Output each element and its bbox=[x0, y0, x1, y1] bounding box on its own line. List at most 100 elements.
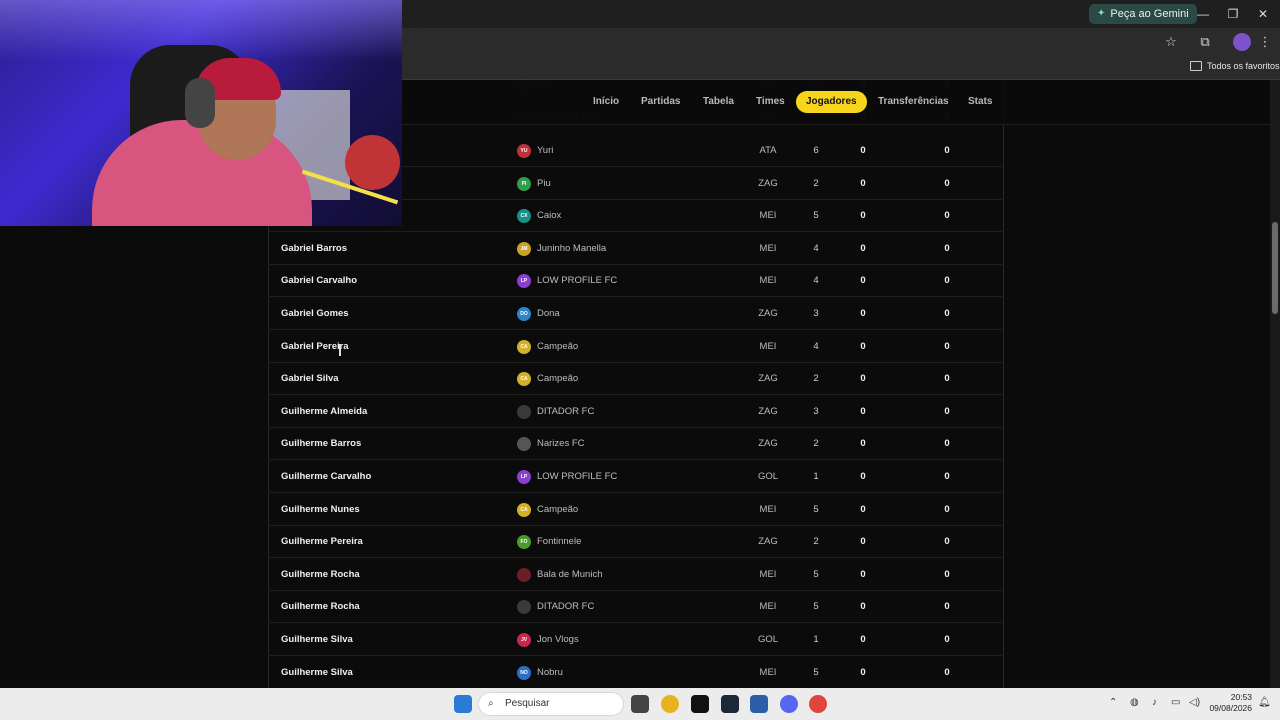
clock-time: 20:53 bbox=[1230, 692, 1252, 702]
position-cell: MEI bbox=[759, 568, 777, 580]
taskbar-clock[interactable]: 20:53 09/08/2026 bbox=[1206, 692, 1252, 714]
team-cell[interactable]: CA Campeão bbox=[517, 363, 578, 395]
restore-button[interactable]: ❐ bbox=[1219, 4, 1247, 24]
nav-transferencias[interactable]: Transferências bbox=[878, 93, 949, 111]
notification-icon[interactable]: 🔔︎ bbox=[1258, 697, 1271, 708]
chrome-icon[interactable] bbox=[661, 695, 679, 713]
address-bar[interactable] bbox=[410, 31, 1188, 53]
player-name[interactable]: Gabriel Carvalho bbox=[281, 265, 357, 297]
table-row[interactable]: Gabriel Barros JM Juninho Manella MEI 4 0 0 bbox=[268, 233, 1002, 265]
team-name: DITADOR FC bbox=[537, 601, 595, 613]
nav-tabela[interactable]: Tabela bbox=[703, 93, 734, 111]
volume-icon[interactable]: ◁) bbox=[1189, 697, 1200, 708]
table-row[interactable]: Guilherme Pereira FO Fontinnele ZAG 2 0 0 bbox=[268, 526, 1002, 559]
team-badge: FO bbox=[517, 535, 531, 550]
games-cell: 3 bbox=[813, 405, 819, 417]
taskbar-search[interactable]: ⌕ Pesquisar bbox=[478, 692, 624, 716]
minimize-button[interactable]: — bbox=[1189, 4, 1217, 24]
team-cell[interactable]: LP LOW PROFILE FC bbox=[517, 461, 617, 493]
team-cell[interactable]: FO Fontinnele bbox=[517, 526, 581, 558]
table-row[interactable]: Gabriel Gomes DO Dona ZAG 3 0 0 bbox=[268, 298, 1002, 330]
all-bookmarks-button[interactable]: Todos os favoritos bbox=[1190, 61, 1280, 71]
team-cell[interactable]: JV Jon Vlogs bbox=[517, 624, 579, 656]
table-row[interactable]: Gabriel Silva CA Campeão ZAG 2 0 0 bbox=[268, 363, 1002, 396]
player-name[interactable]: Guilherme Silva bbox=[281, 624, 353, 656]
discord-icon[interactable] bbox=[780, 695, 798, 713]
team-cell[interactable]: DITADOR FC bbox=[517, 591, 594, 623]
app-icon[interactable] bbox=[750, 695, 768, 713]
goals-cell: 0 bbox=[860, 242, 866, 254]
player-name[interactable]: Gabriel Silva bbox=[281, 363, 339, 395]
table-row[interactable]: Guilherme Almeida DITADOR FC ZAG 3 0 0 bbox=[268, 396, 1002, 428]
team-cell[interactable]: DITADOR FC bbox=[517, 396, 594, 428]
table-row[interactable]: Guilherme Silva JV Jon Vlogs GOL 1 0 0 bbox=[268, 624, 1002, 656]
team-cell[interactable]: CA Campeão bbox=[517, 331, 578, 363]
team-cell[interactable]: DO Dona bbox=[517, 298, 560, 330]
team-cell[interactable]: PI Piu bbox=[517, 168, 551, 200]
team-cell[interactable]: CX Caiox bbox=[517, 200, 561, 232]
nav-partidas[interactable]: Partidas bbox=[641, 93, 680, 111]
table-row[interactable]: Guilherme Rocha Bala de Munich MEI 5 0 0 bbox=[268, 559, 1002, 591]
table-row[interactable]: Guilherme Silva NO Nobru MEI 5 0 0 bbox=[268, 657, 1002, 689]
profile-avatar[interactable] bbox=[1233, 33, 1251, 51]
table-row[interactable]: Gabriel Pereira CA Campeão MEI 4 0 0 bbox=[268, 331, 1002, 363]
team-cell[interactable]: YU Yuri bbox=[517, 135, 553, 167]
player-name[interactable]: Guilherme Rocha bbox=[281, 559, 360, 591]
table-row[interactable]: Guilherme Rocha DITADOR FC MEI 5 0 0 bbox=[268, 591, 1002, 624]
table-row[interactable]: Guilherme Carvalho LP LOW PROFILE FC GOL 1 0 0 bbox=[268, 461, 1002, 493]
nav-jogadores[interactable]: Jogadores bbox=[796, 91, 867, 113]
star-bookmark-icon[interactable]: ☆ bbox=[1163, 34, 1179, 50]
team-cell[interactable]: NO Nobru bbox=[517, 657, 563, 689]
player-name[interactable]: Guilherme Almeida bbox=[281, 396, 367, 428]
assists-cell: 0 bbox=[944, 308, 950, 319]
windows-start-icon[interactable] bbox=[454, 695, 472, 713]
player-name[interactable]: Guilherme Barros bbox=[281, 428, 361, 460]
steam-icon[interactable] bbox=[721, 695, 739, 713]
team-cell[interactable]: JM Juninho Manella bbox=[517, 233, 606, 265]
games-cell: 2 bbox=[813, 373, 819, 385]
games-cell: 5 bbox=[813, 568, 819, 580]
nav-stats[interactable]: Stats bbox=[968, 93, 992, 111]
player-name[interactable]: Guilherme Pereira bbox=[281, 526, 363, 558]
assists-cell: 0 bbox=[944, 568, 950, 580]
file-explorer-icon[interactable] bbox=[631, 695, 649, 713]
player-name[interactable]: Guilherme Silva bbox=[281, 657, 353, 689]
team-name: Jon Vlogs bbox=[537, 634, 579, 645]
team-cell[interactable]: Bala de Munich bbox=[517, 559, 602, 591]
player-name[interactable]: Gabriel Barros bbox=[281, 233, 347, 265]
goals-cell: 0 bbox=[860, 536, 866, 548]
extensions-icon[interactable]: ⧉ bbox=[1197, 34, 1213, 50]
tray-chevron-icon[interactable]: ⌃ bbox=[1109, 697, 1117, 708]
table-row[interactable]: Gabriel Carvalho LP LOW PROFILE FC MEI 4 0 0 bbox=[268, 265, 1002, 298]
player-name[interactable]: Guilherme Rocha bbox=[281, 591, 360, 623]
page-scrollbar[interactable] bbox=[1270, 80, 1280, 688]
team-badge bbox=[517, 567, 531, 582]
position-cell: MEI bbox=[759, 275, 777, 287]
position-cell: ATA bbox=[759, 145, 777, 156]
games-cell: 2 bbox=[813, 536, 819, 548]
assists-cell: 0 bbox=[944, 438, 950, 450]
nav-times[interactable]: Times bbox=[756, 93, 785, 111]
close-window-button[interactable]: ✕ bbox=[1249, 4, 1277, 24]
network-icon[interactable]: ◍ bbox=[1130, 697, 1139, 708]
assists-cell: 0 bbox=[944, 340, 950, 352]
player-name[interactable]: Gabriel Gomes bbox=[281, 298, 349, 330]
table-row[interactable]: Guilherme Barros Narizes FC ZAG 2 0 0 bbox=[268, 428, 1002, 461]
team-cell[interactable]: Narizes FC bbox=[517, 428, 585, 460]
scrollbar-thumb[interactable] bbox=[1272, 222, 1278, 314]
table-row[interactable]: Guilherme Nunes CA Campeão MEI 5 0 0 bbox=[268, 494, 1002, 526]
team-name: Yuri bbox=[537, 145, 554, 156]
browser-menu-icon[interactable]: ⋮ bbox=[1257, 34, 1273, 50]
position-cell: ZAG bbox=[758, 308, 778, 319]
player-name[interactable]: Guilherme Nunes bbox=[281, 494, 360, 526]
team-cell[interactable]: CA Campeão bbox=[517, 494, 578, 526]
tiktok-icon[interactable] bbox=[691, 695, 709, 713]
nav-inicio[interactable]: Início bbox=[593, 93, 619, 111]
team-cell[interactable]: LP LOW PROFILE FC bbox=[517, 265, 617, 297]
microphone-icon[interactable]: ♪ bbox=[1152, 697, 1157, 708]
chrome-active-icon[interactable] bbox=[809, 695, 827, 713]
team-badge: JM bbox=[517, 241, 531, 256]
player-name[interactable]: Guilherme Carvalho bbox=[281, 461, 371, 493]
ask-gemini-button[interactable]: ✦ Peça ao Gemini bbox=[1089, 4, 1197, 24]
display-icon[interactable]: ▭ bbox=[1171, 697, 1180, 708]
